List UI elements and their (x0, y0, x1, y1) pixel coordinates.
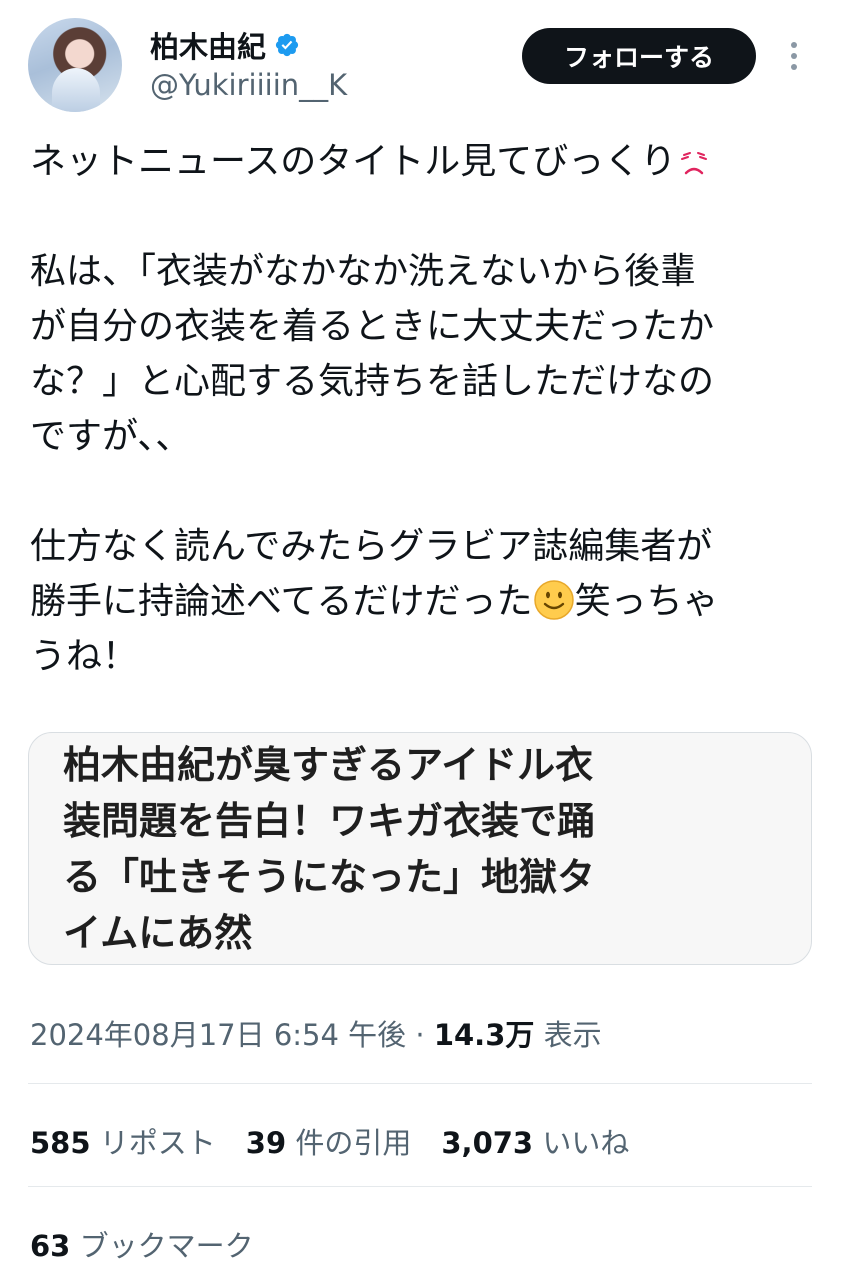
display-name[interactable]: 柏木由紀 (150, 24, 266, 66)
tweet-line: が自分の衣装を着るときに大丈夫だったか (30, 306, 715, 347)
tweet-line: ですが、、 (30, 416, 192, 457)
bookmarks-stat[interactable]: 63 ブックマーク (30, 1223, 254, 1265)
avatar-figure (52, 68, 100, 112)
bookmarks-count: 63 (30, 1229, 71, 1263)
quotes-count: 39 (245, 1126, 287, 1160)
meta-separator: · (415, 1018, 425, 1052)
frowning-face-emoji-icon (681, 152, 708, 175)
tweet-line: ネットニュースのタイトル見てびっくり (30, 134, 810, 189)
link-card-line: る「吐きそうになった」地獄タ (63, 855, 596, 899)
views-label: 表示 (543, 1018, 602, 1052)
views-count: 14.3万 (433, 1018, 535, 1052)
avatar[interactable] (28, 18, 122, 112)
tweet-line: な？」と心配する気持ちを話しただけなの (30, 361, 715, 402)
follow-button[interactable]: フォローする (522, 28, 756, 84)
tweet-line: 私は、「衣装がなかなか洗えないから後輩 (30, 251, 697, 292)
name-row: 柏木由紀 (150, 24, 300, 66)
link-card-line: イムにあ然 (63, 911, 253, 955)
quotes-label: 件の引用 (295, 1126, 412, 1160)
tweet-meta: 2024年08月17日 6:54 午後 · 14.3万 表示 (30, 1012, 602, 1054)
link-card[interactable]: 柏木由紀が臭すぎるアイドル衣 装問題を告白！ワキガ衣装で踊 る「吐きそうになった… (28, 732, 812, 965)
likes-count: 3,073 (441, 1126, 534, 1160)
tweet-line: うね！ (30, 636, 139, 677)
verified-badge-icon (275, 33, 299, 57)
reposts-stat[interactable]: 585 リポスト (30, 1120, 216, 1162)
engagement-stats: 585 リポスト 39 件の引用 3,073 いいね (30, 1120, 629, 1162)
more-dots-icon[interactable] (778, 36, 810, 76)
reposts-count: 585 (30, 1126, 91, 1160)
timestamp[interactable]: 2024年08月17日 6:54 午後 (30, 1018, 406, 1052)
link-card-line: 柏木由紀が臭すぎるアイドル衣 (63, 743, 594, 787)
divider (28, 1083, 812, 1084)
tweet-text: ネットニュースのタイトル見てびっくり 私は、「衣装がなかなか洗えないから後輩 が… (30, 134, 810, 684)
smiling-face-emoji-icon (533, 580, 574, 620)
tweet-line: 仕方なく読んでみたらグラビア誌編集者が (30, 526, 713, 567)
bookmarks-label: ブックマーク (79, 1229, 254, 1263)
likes-label: いいね (542, 1126, 630, 1160)
reposts-label: リポスト (99, 1126, 216, 1160)
link-card-title: 柏木由紀が臭すぎるアイドル衣 装問題を告白！ワキガ衣装で踊 る「吐きそうになった… (63, 737, 753, 961)
likes-stat[interactable]: 3,073 いいね (441, 1120, 629, 1162)
tweet-line: 勝手に持論述べてるだけだった 笑っちゃ (30, 580, 719, 622)
tweet-header: 柏木由紀 @Yukiriiiin__K フォローする (28, 18, 818, 114)
divider (28, 1186, 812, 1187)
link-card-line: 装問題を告白！ワキガ衣装で踊 (63, 799, 596, 843)
quotes-stat[interactable]: 39 件の引用 (246, 1120, 412, 1162)
user-handle[interactable]: @Yukiriiiin__K (150, 68, 347, 102)
